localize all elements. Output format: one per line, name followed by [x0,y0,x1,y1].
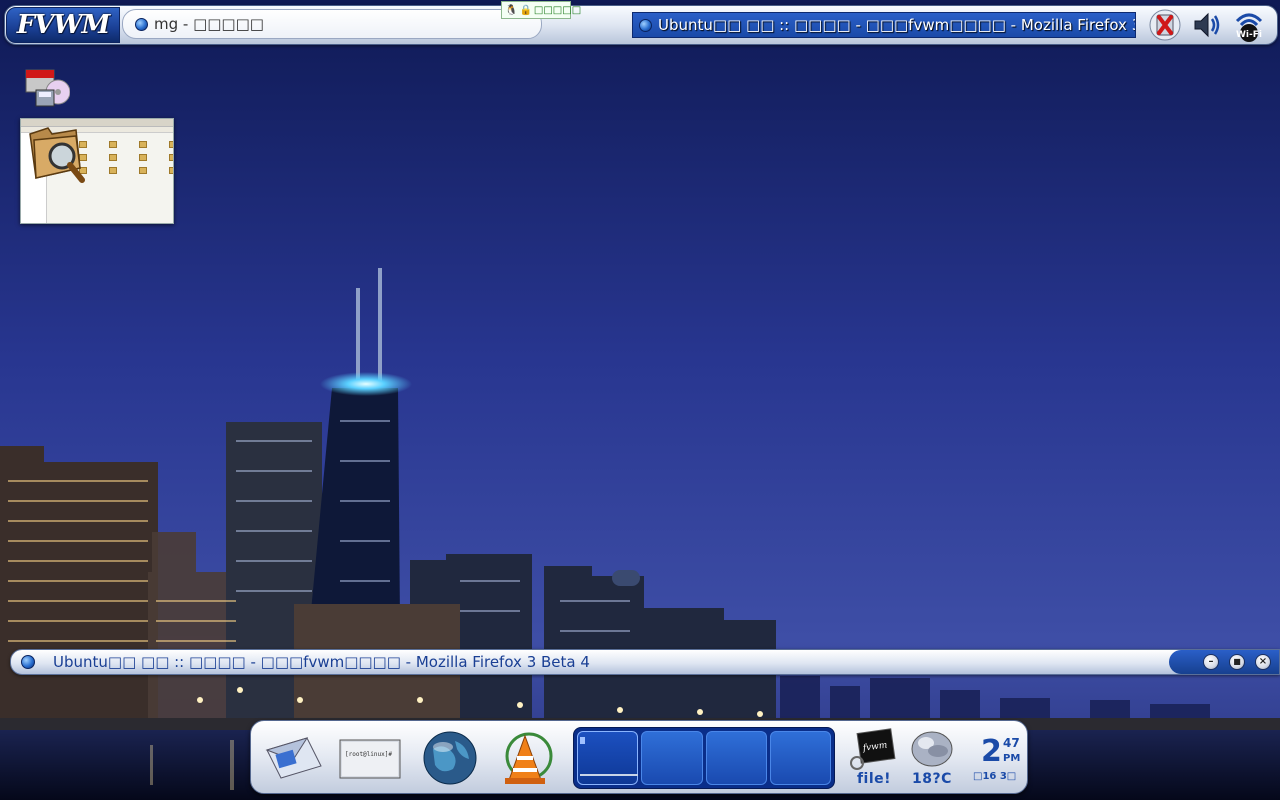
svg-text:Wi-Fi: Wi-Fi [1236,30,1262,40]
terminal-launcher[interactable]: [root@linux]# [337,727,403,789]
file-label: file! [856,771,892,787]
firefox-window-titlebar[interactable]: Ubuntu□□ □□ :: □□□□ - □□□fvwm□□□□ - Mozi… [10,649,1280,675]
pager-desk-4[interactable] [769,731,831,785]
fvwm-logo[interactable]: FVWM [6,7,120,43]
minimize-button[interactable]: – [1203,654,1219,670]
terminal-prompt: [root@linux]# [345,751,392,758]
maximize-button[interactable]: ■ [1229,654,1245,670]
firefox-window-title: Ubuntu□□ □□ :: □□□□ - □□□fvwm□□□□ - Mozi… [53,653,590,671]
clock-minute: 47 [1003,736,1020,750]
weather-widget[interactable]: 18?C [899,727,965,789]
mail-launcher[interactable] [261,727,327,789]
file-launcher[interactable]: fvwm file! [841,727,907,789]
thumb-folder [109,154,117,161]
pager-desk-2[interactable] [641,731,703,785]
desktop-pager[interactable] [573,727,835,789]
firefox-window-icon[interactable] [21,655,35,669]
taskbar-item-mg-label: mg - □□□□□ [154,15,264,33]
vlc-cone-icon [505,732,553,784]
thumb-folder [109,141,117,148]
tux-icon[interactable]: 🐧 [505,5,517,16]
pager-window-mini [580,774,638,776]
pager-desk-1[interactable] [577,731,639,785]
taskbar-item-firefox-active[interactable]: Ubuntu□□ □□ :: □□□□ - □□□fvwm□□□□ - Mozi… [632,12,1136,38]
taskbar-item-mg[interactable]: mg - □□□□□ [122,9,542,39]
wifi-icon[interactable]: Wi-Fi [1230,6,1268,44]
thumb-folder [169,154,173,161]
thumb-folder [169,141,173,148]
browser-launcher[interactable] [417,727,483,789]
window-controls: – ■ × [1169,650,1279,674]
close-x-icon[interactable] [1146,6,1184,44]
minimize-icon: – [1208,656,1214,667]
clock-ampm: PM [1003,753,1021,764]
globe-icon [423,731,477,785]
taskbar-item-firefox-label: Ubuntu□□ □□ :: □□□□ - □□□fvwm□□□□ - Mozi… [658,16,1136,34]
lock-icon[interactable]: 🔒 [519,5,531,16]
maximize-icon: ■ [1233,657,1241,666]
thumb-folder [109,167,117,174]
close-button[interactable]: × [1255,654,1271,670]
media-player-launcher[interactable] [493,727,559,789]
systray-text: □□□□□ [533,4,582,16]
mail-icon [265,737,322,779]
clock-hour: 2 [981,734,1002,769]
desktop-wallpaper [0,0,1280,800]
fvwm-file-icon: fvwm [850,728,896,770]
thumb-folder [139,141,147,148]
bottom-dock: [root@linux]# fvwm file! 18?C 2 47 PM □1… [250,720,1028,794]
folder-search-icon[interactable] [26,122,86,186]
pager-desk-3[interactable] [705,731,767,785]
thumb-folder [169,167,173,174]
speaker-icon[interactable] [1188,6,1226,44]
package-installer-icon[interactable] [22,62,71,110]
fvwm-logo-text: FVWM [16,10,111,40]
weather-temp: 18?C [912,771,952,787]
thumb-folder [139,154,147,161]
thumb-folder [139,167,147,174]
close-icon: × [1258,656,1268,667]
clock-date: □16 3□ [973,771,1017,782]
browser-globe-icon [639,18,652,32]
clock-widget[interactable]: 2 47 PM □16 3□ [969,727,1025,789]
browser-globe-icon [135,17,148,31]
system-tray[interactable]: 🐧 🔒 □□□□□ [501,1,581,19]
pager-window-mini [580,737,585,744]
weather-cloud-icon [911,731,953,767]
